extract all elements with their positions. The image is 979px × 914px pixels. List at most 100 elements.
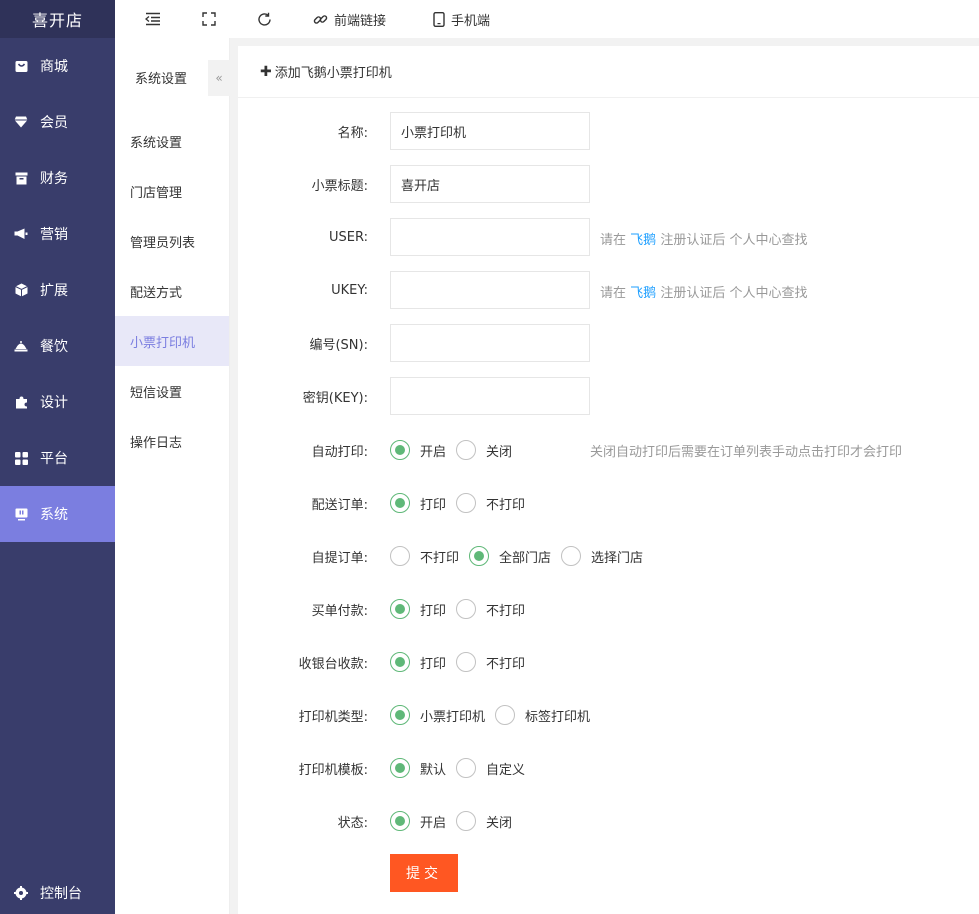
key-input[interactable] bbox=[390, 377, 590, 415]
radio-pickup-all-stores[interactable]: 全部门店 bbox=[469, 546, 551, 566]
sidebar-item-design[interactable]: 设计 bbox=[0, 374, 115, 430]
user-label: USER: bbox=[329, 229, 368, 245]
delivery-order-label: 配送订单: bbox=[311, 497, 368, 513]
radio-cashier-no-print[interactable]: 不打印 bbox=[456, 652, 525, 672]
collapse-button[interactable]: « bbox=[208, 60, 230, 96]
mobile-button[interactable]: 手机端 bbox=[433, 10, 490, 29]
user-input[interactable] bbox=[390, 218, 590, 256]
puzzle-icon bbox=[14, 395, 28, 409]
sidebar-item-catering[interactable]: 餐饮 bbox=[0, 318, 115, 374]
radio-circle bbox=[390, 599, 410, 619]
brand-logo[interactable]: 喜开店 bbox=[0, 0, 115, 38]
radio-label: 自定义 bbox=[486, 762, 526, 778]
radio-auto-print-on[interactable]: 开启 bbox=[390, 440, 446, 460]
panel-header: ✚ 添加飞鹅小票打印机 bbox=[238, 46, 979, 98]
ukey-input[interactable] bbox=[390, 271, 590, 309]
subnav-item-admin-list[interactable]: 管理员列表 bbox=[115, 216, 229, 266]
radio-label: 关闭 bbox=[486, 444, 513, 460]
sidebar-item-console[interactable]: 控制台 bbox=[0, 872, 115, 914]
sidebar-item-marketing[interactable]: 营销 bbox=[0, 206, 115, 262]
radio-status-off[interactable]: 关闭 bbox=[456, 811, 512, 831]
radio-circle bbox=[561, 546, 582, 566]
radio-auto-print-off[interactable]: 关闭 bbox=[456, 440, 512, 460]
name-label: 名称: bbox=[337, 125, 368, 141]
radio-ticket-printer[interactable]: 小票打印机 bbox=[390, 705, 485, 725]
cashier-label: 收银台收款: bbox=[298, 656, 368, 672]
radio-cashier-print[interactable]: 打印 bbox=[390, 652, 446, 672]
sidebar-item-extend[interactable]: 扩展 bbox=[0, 262, 115, 318]
subnav-item-ticket-printer[interactable]: 小票打印机 bbox=[115, 316, 229, 366]
radio-label: 打印 bbox=[420, 497, 447, 513]
status-radio-group: 开启 关闭 bbox=[390, 811, 522, 831]
radio-circle bbox=[456, 493, 477, 513]
feie-link[interactable]: 飞鹅 bbox=[630, 233, 656, 248]
radio-circle bbox=[456, 652, 477, 672]
radio-status-on[interactable]: 开启 bbox=[390, 811, 446, 831]
delivery-order-radio-group: 打印 不打印 bbox=[390, 493, 535, 513]
pay-order-label: 买单付款: bbox=[311, 603, 368, 619]
printer-template-radio-group: 默认 自定义 bbox=[390, 758, 535, 778]
submit-button[interactable]: 提交 bbox=[390, 854, 458, 892]
menu-toggle-button[interactable] bbox=[145, 12, 167, 26]
pickup-order-radio-group: 不打印 全部门店 选择门店 bbox=[390, 546, 653, 566]
subnav-item-system-settings[interactable]: 系统设置 bbox=[115, 116, 229, 166]
form-row-auto-print: 自动打印: 开启 关闭 关闭自动打印后需要在订单列表手动点击打印才会打印 bbox=[238, 438, 979, 462]
radio-pay-no-print[interactable]: 不打印 bbox=[456, 599, 525, 619]
sidebar-item-label: 系统 bbox=[40, 507, 68, 523]
auto-print-label: 自动打印: bbox=[311, 444, 368, 460]
radio-template-custom[interactable]: 自定义 bbox=[456, 758, 525, 778]
megaphone-icon bbox=[14, 227, 28, 241]
fullscreen-button[interactable] bbox=[202, 12, 222, 26]
form-row-printer-type: 打印机类型: 小票打印机 标签打印机 bbox=[238, 703, 979, 727]
monitor-icon bbox=[14, 507, 28, 521]
ukey-hint: 请在 飞鹅 注册认证后 个人中心查找 bbox=[600, 282, 807, 301]
auto-print-radio-group: 开启 关闭 bbox=[390, 440, 522, 460]
subnav-item-sms-settings[interactable]: 短信设置 bbox=[115, 366, 229, 416]
refresh-button[interactable] bbox=[257, 12, 278, 27]
radio-label: 打印 bbox=[420, 656, 447, 672]
sidebar-item-label: 平台 bbox=[40, 451, 68, 467]
radio-template-default[interactable]: 默认 bbox=[390, 758, 446, 778]
radio-pickup-select-stores[interactable]: 选择门店 bbox=[561, 546, 643, 566]
subnav-item-delivery-methods[interactable]: 配送方式 bbox=[115, 266, 229, 316]
radio-label: 开启 bbox=[420, 444, 447, 460]
sidebar-item-shop[interactable]: 商城 bbox=[0, 38, 115, 94]
radio-circle bbox=[390, 546, 410, 566]
main-sidebar: 喜开店 商城 会员 财务 营销 扩展 餐饮 设计 平台 系统 控制台 bbox=[0, 0, 115, 914]
radio-circle bbox=[495, 705, 516, 725]
radio-pay-print[interactable]: 打印 bbox=[390, 599, 446, 619]
name-input[interactable] bbox=[390, 112, 590, 150]
sidebar-item-system[interactable]: 系统 bbox=[0, 486, 115, 542]
sidebar-item-finance[interactable]: 财务 bbox=[0, 150, 115, 206]
feie-link[interactable]: 飞鹅 bbox=[630, 286, 656, 301]
radio-label-printer[interactable]: 标签打印机 bbox=[495, 705, 590, 725]
grid-icon bbox=[14, 451, 28, 465]
refresh-icon bbox=[257, 12, 272, 27]
sidebar-item-label: 扩展 bbox=[40, 283, 68, 299]
form-row-cashier: 收银台收款: 打印 不打印 bbox=[238, 650, 979, 674]
cashier-radio-group: 打印 不打印 bbox=[390, 652, 535, 672]
link-icon bbox=[313, 12, 328, 27]
radio-pickup-no-print[interactable]: 不打印 bbox=[390, 546, 459, 566]
radio-delivery-print[interactable]: 打印 bbox=[390, 493, 446, 513]
radio-circle bbox=[469, 546, 490, 566]
frontend-link-button[interactable]: 前端链接 bbox=[313, 10, 386, 29]
form-row-pay-order: 买单付款: 打印 不打印 bbox=[238, 597, 979, 621]
radio-delivery-no-print[interactable]: 不打印 bbox=[456, 493, 525, 513]
sn-input[interactable] bbox=[390, 324, 590, 362]
sidebar-item-platform[interactable]: 平台 bbox=[0, 430, 115, 486]
form-row-key: 密钥(KEY): bbox=[238, 377, 979, 415]
subnav-item-operation-log[interactable]: 操作日志 bbox=[115, 416, 229, 466]
form-row-status: 状态: 开启 关闭 bbox=[238, 809, 979, 833]
radio-label: 打印 bbox=[420, 603, 447, 619]
sidebar-item-member[interactable]: 会员 bbox=[0, 94, 115, 150]
sidebar-item-label: 控制台 bbox=[40, 886, 82, 902]
subnav-item-store-management[interactable]: 门店管理 bbox=[115, 166, 229, 216]
mobile-label: 手机端 bbox=[451, 13, 491, 29]
radio-label: 开启 bbox=[420, 815, 447, 831]
auto-print-hint: 关闭自动打印后需要在订单列表手动点击打印才会打印 bbox=[590, 445, 903, 460]
subnav-title: 系统设置 « bbox=[115, 38, 230, 116]
ticket-title-input[interactable] bbox=[390, 165, 590, 203]
hint-suffix: 注册认证后 个人中心查找 bbox=[660, 233, 808, 248]
radio-circle bbox=[390, 652, 410, 672]
